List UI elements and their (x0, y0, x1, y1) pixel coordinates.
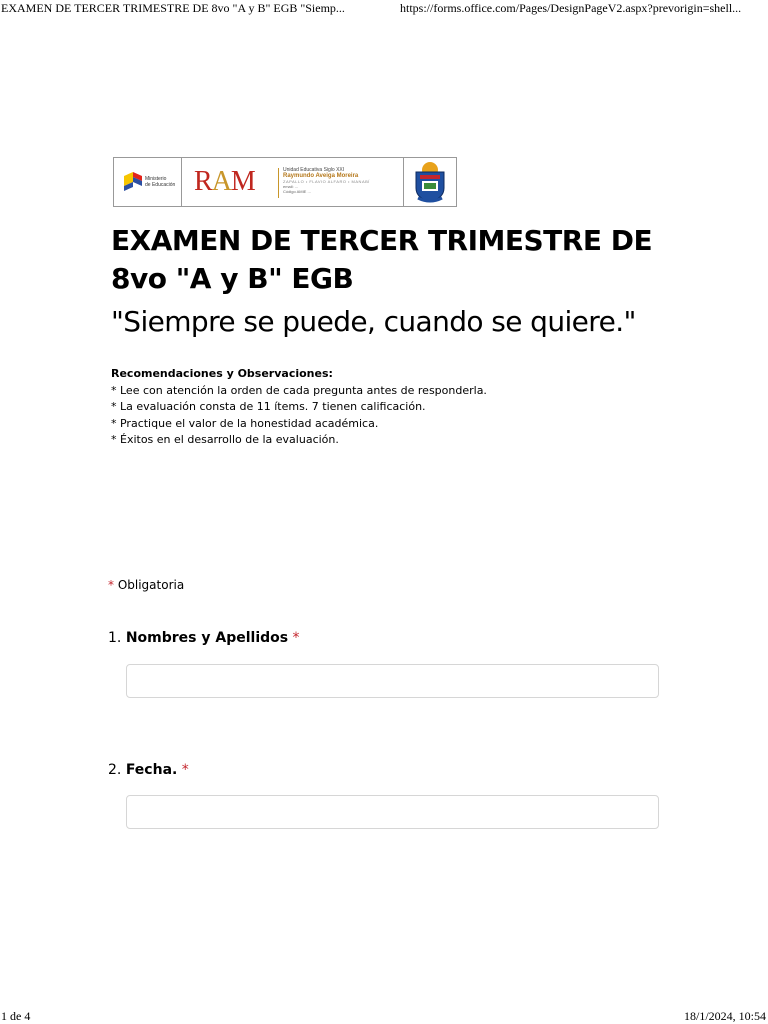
ministry-logo: Ministerio de Educación (114, 158, 182, 206)
recommendation-item: * La evaluación consta de 11 ítems. 7 ti… (111, 400, 426, 413)
ecuador-flag-icon (124, 172, 142, 191)
form-subtitle: "Siempre se puede, cuando se quiere." (111, 305, 636, 338)
school-logo: RAM Unidad Educativa Siglo XXI Raymundo … (182, 158, 404, 206)
print-header-title: EXAMEN DE TERCER TRIMESTRE DE 8vo "A y B… (1, 1, 345, 15)
required-note: * Obligatoria (108, 578, 184, 592)
required-label: Obligatoria (117, 578, 185, 592)
recommendation-item: * Practique el valor de la honestidad ac… (111, 416, 379, 430)
recommendations-heading: Recomendaciones y Observaciones: (111, 367, 333, 380)
school-line5: Código AMIE ... (283, 189, 311, 194)
question-2: 2. Fecha. * (108, 762, 189, 778)
ram-logo-text: RAM (194, 166, 256, 197)
question-number: 2. (108, 762, 122, 778)
recommendation-item: * Éxitos en el desarrollo de la evaluaci… (111, 433, 339, 446)
recommendation-item: * Lee con atención la orden de cada preg… (111, 383, 487, 397)
form-title: EXAMEN DE TERCER TRIMESTRE DE 8vo "A y B… (111, 224, 653, 295)
print-datetime: 18/1/2024, 10:54 (683, 1009, 766, 1023)
question-number: 1. (108, 630, 122, 646)
question-1: 1. Nombres y Apellidos * (108, 630, 300, 646)
required-star: * (181, 762, 189, 778)
question-label: Fecha. (125, 762, 178, 778)
school-banner: Ministerio de Educación RAM Unidad Educa… (113, 157, 457, 207)
print-header: EXAMEN DE TERCER TRIMESTRE DE 8vo "A y B… (0, 0, 768, 20)
question-label: Nombres y Apellidos (125, 630, 289, 646)
required-star: * (292, 630, 300, 646)
nombres-apellidos-input[interactable] (126, 664, 659, 698)
fecha-input[interactable] (126, 795, 659, 829)
school-shield-icon (404, 158, 456, 206)
ram-separator (278, 168, 279, 198)
recommendations: Recomendaciones y Observaciones: * Lee c… (111, 366, 487, 449)
print-footer: 1 de 4 18/1/2024, 10:54 (0, 1009, 768, 1024)
page-number: 1 de 4 (1, 1009, 31, 1023)
ministry-line2: de Educación (145, 182, 176, 188)
required-star: * (108, 578, 114, 592)
print-header-url: https://forms.office.com/Pages/DesignPag… (400, 1, 742, 15)
